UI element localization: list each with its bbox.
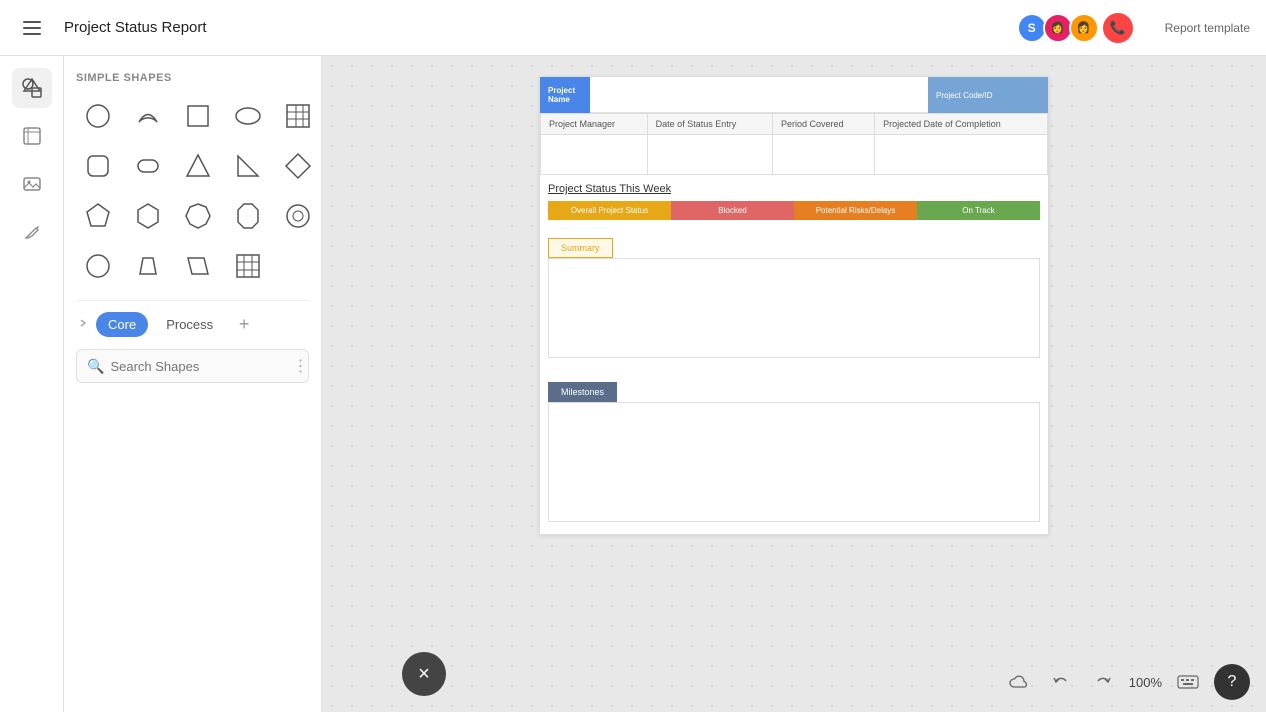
status-overall: Overall Project Status [548, 201, 671, 220]
milestones-box [548, 402, 1040, 522]
doc-header-row: Project Name Project Code/ID [540, 77, 1048, 113]
search-more-icon[interactable]: ⋮ [292, 356, 308, 376]
shapes-search-bar[interactable]: 🔍 ⋮ [76, 349, 309, 383]
app-header: Project Status Report S 👩 👩 📞 Report tem… [0, 0, 1266, 56]
shape-library-tabs: Core Process + [76, 300, 309, 337]
summary-box [548, 258, 1040, 358]
col-project-manager: Project Manager [541, 114, 648, 135]
redo-icon[interactable] [1087, 666, 1119, 698]
summary-tab: Summary [548, 238, 613, 258]
collaborators: S 👩 👩 📞 [1021, 13, 1133, 43]
col-date-status: Date of Status Entry [647, 114, 772, 135]
search-icon: 🔍 [87, 358, 104, 375]
zoom-level: 100% [1129, 675, 1162, 690]
image-sidebar-button[interactable] [12, 164, 52, 204]
shapes-grid [76, 94, 309, 288]
shape-table[interactable] [276, 94, 320, 138]
shape-pentagon[interactable] [76, 194, 120, 238]
milestones-tab: Milestones [548, 382, 617, 402]
col-period-covered: Period Covered [772, 114, 874, 135]
doc-header-spacer [590, 77, 928, 113]
shape-diamond[interactable] [276, 144, 320, 188]
help-button[interactable]: ? [1214, 664, 1250, 700]
shape-circle2[interactable] [276, 194, 320, 238]
status-row: Overall Project Status Blocked Potential… [548, 201, 1040, 220]
left-sidebar [0, 56, 64, 712]
canvas-area[interactable]: Project Name Project Code/ID Project Man… [322, 56, 1266, 712]
frame-sidebar-button[interactable] [12, 116, 52, 156]
milestones-section: Milestones [540, 374, 1048, 534]
project-name-cell: Project Name [540, 77, 590, 113]
shape-heptagon[interactable] [176, 194, 220, 238]
projected-date-value [875, 135, 1048, 175]
canvas-content: Project Name Project Code/ID Project Man… [322, 56, 1266, 712]
avatar-2: 👩 [1069, 13, 1099, 43]
tab-arrow-icon[interactable] [76, 316, 90, 333]
status-heading: Project Status This Week [548, 175, 1040, 201]
simple-shapes-title: SIMPLE SHAPES [76, 72, 309, 84]
menu-button[interactable] [16, 12, 48, 44]
tab-core[interactable]: Core [96, 312, 148, 337]
pm-value [541, 135, 648, 175]
shape-triangle[interactable] [176, 144, 220, 188]
info-table-row [541, 135, 1048, 175]
shape-hexagon[interactable] [126, 194, 170, 238]
shape-grid[interactable] [226, 244, 270, 288]
project-code-cell: Project Code/ID [928, 77, 1048, 113]
report-template-label: Report template [1165, 21, 1250, 35]
shape-arc[interactable] [126, 94, 170, 138]
shape-rounded-pill[interactable] [126, 144, 170, 188]
search-shapes-input[interactable] [110, 359, 286, 374]
shape-rounded-rect[interactable] [76, 144, 120, 188]
tab-add-button[interactable]: + [231, 311, 257, 337]
bottom-bar: 100% ? [1003, 664, 1250, 700]
shape-octagon[interactable] [226, 194, 270, 238]
shape-circle3[interactable] [76, 244, 120, 288]
status-risks: Potential Risks/Delays [794, 201, 917, 220]
draw-sidebar-button[interactable] [12, 212, 52, 252]
status-ontrack: On Track [917, 201, 1040, 220]
shape-square[interactable] [176, 94, 220, 138]
keyboard-shortcuts-icon[interactable] [1172, 666, 1204, 698]
document-title: Project Status Report [64, 19, 1005, 36]
shapes-sidebar-button[interactable] [12, 68, 52, 108]
period-value [772, 135, 874, 175]
shape-ellipse[interactable] [226, 94, 270, 138]
tab-process[interactable]: Process [154, 312, 225, 337]
date-value [647, 135, 772, 175]
summary-section: Summary [540, 230, 1048, 374]
shape-circle[interactable] [76, 94, 120, 138]
undo-icon[interactable] [1045, 666, 1077, 698]
info-table: Project Manager Date of Status Entry Per… [540, 113, 1048, 175]
document-container: Project Name Project Code/ID Project Man… [539, 76, 1049, 535]
main-layout: SIMPLE SHAPES [0, 56, 1266, 712]
cloud-save-icon[interactable] [1003, 666, 1035, 698]
status-blocked: Blocked [671, 201, 794, 220]
close-fab-button[interactable]: × [402, 652, 446, 696]
status-section: Project Status This Week Overall Project… [540, 175, 1048, 220]
call-button[interactable]: 📞 [1103, 13, 1133, 43]
shape-parallelogram[interactable] [176, 244, 220, 288]
shape-trapezoid[interactable] [126, 244, 170, 288]
shapes-panel: SIMPLE SHAPES [64, 56, 322, 712]
project-name-label: Project [548, 86, 582, 95]
project-name-label2: Name [548, 95, 582, 104]
shape-right-triangle[interactable] [226, 144, 270, 188]
col-projected-date: Projected Date of Completion [875, 114, 1048, 135]
